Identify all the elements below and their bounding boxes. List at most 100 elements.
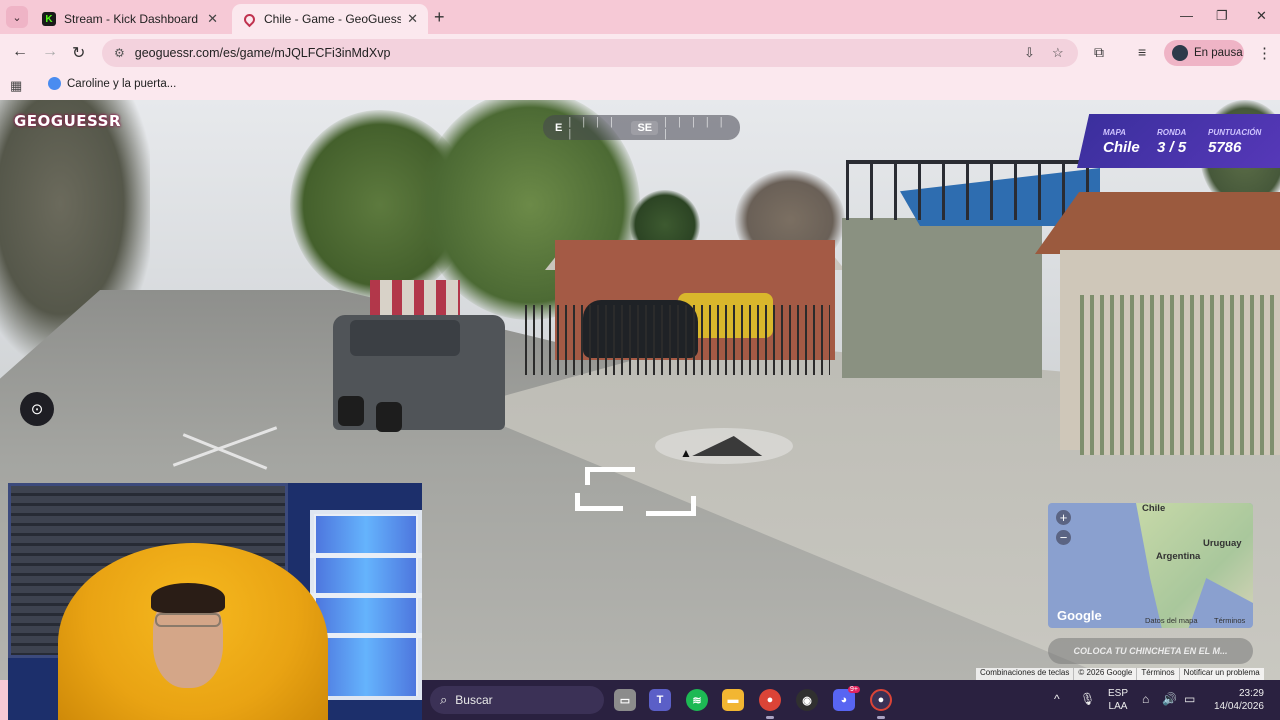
tab-search-button[interactable]: ⌄ <box>6 6 28 28</box>
google-attribution: Combinaciones de teclas © 2026 Google Té… <box>976 668 1264 680</box>
iron-fence <box>525 305 830 375</box>
focus-bracket <box>575 493 623 511</box>
network-icon[interactable]: ⌂ <box>1142 692 1149 706</box>
webcam-overlay <box>8 483 422 720</box>
avatar <box>1172 45 1188 61</box>
report-problem-link[interactable]: Notificar un problema <box>1178 668 1264 680</box>
spotify-icon[interactable]: ≋ <box>686 689 708 711</box>
clock-time: 23:29 <box>1238 688 1264 699</box>
search-placeholder: Buscar <box>455 693 493 707</box>
install-app-icon[interactable]: ⇩ <box>1024 45 1035 61</box>
truck-cab <box>350 320 460 356</box>
teams-icon[interactable]: T <box>649 689 671 711</box>
geoguessr-logo: GEOGUESSR <box>14 112 122 130</box>
chrome-profile-icon[interactable]: ● <box>870 689 892 711</box>
extensions-icon[interactable]: ⧉ <box>1094 44 1104 61</box>
bookmark-favicon-icon <box>48 77 61 90</box>
wheel <box>338 396 364 426</box>
media-control-icon[interactable]: ≡ <box>1138 44 1146 60</box>
lang-bottom: LAA <box>1108 701 1128 712</box>
google-logo: Google <box>1057 608 1102 623</box>
mouse-cursor-icon: ▲ <box>680 446 692 460</box>
wheel <box>376 402 402 432</box>
map-stat: MAPA Chile <box>1103 128 1140 156</box>
language-indicator[interactable]: ESP LAA <box>1108 687 1128 713</box>
bookmark-item[interactable]: Caroline y la puerta... <box>48 77 176 90</box>
system-clock[interactable]: 23:29 14/04/2026 <box>1204 687 1264 713</box>
round-stat: RONDA 3 / 5 <box>1157 128 1186 156</box>
zoom-in-button[interactable]: + <box>1056 510 1071 525</box>
map-terms-link[interactable]: Términos <box>1214 616 1245 625</box>
geoguessr-pin-icon <box>241 11 257 27</box>
location-pin-icon: ⊙ <box>30 401 44 418</box>
back-arrow-icon[interactable]: ← <box>12 43 28 61</box>
running-indicator <box>766 716 774 719</box>
compass: E | | | | | SE | | | | | | <box>543 115 740 140</box>
green-gate <box>842 218 1042 378</box>
zoom-out-button[interactable]: − <box>1056 530 1071 545</box>
file-explorer-icon[interactable]: ▭ <box>614 689 636 711</box>
address-bar[interactable]: ⚙ geoguessr.com/es/game/mJQLFCFi3inMdXvp… <box>102 39 1078 67</box>
profile-label: En pausa <box>1194 47 1243 59</box>
battery-icon[interactable]: ▭ <box>1184 692 1195 706</box>
tab-title: Stream - Kick Dashboard <box>64 12 199 26</box>
apps-grid-icon[interactable]: ▦ <box>10 78 22 94</box>
green-picket-fence <box>1080 295 1280 455</box>
chevron-up-icon[interactable]: ^ <box>1054 692 1060 706</box>
map-label: MAPA <box>1103 128 1126 137</box>
shelf-board <box>310 553 422 558</box>
reload-icon[interactable]: ↻ <box>72 43 85 63</box>
red-fence <box>370 280 460 320</box>
terms-link[interactable]: Términos <box>1136 668 1178 680</box>
windows-taskbar: ⌕ Buscar ▭ T ≋ ▬ ● ◉ ◕ 9+ ● ^ 🎙 ESP LAA … <box>422 680 1280 720</box>
restore-button[interactable]: ❐ <box>1216 8 1228 24</box>
taskbar-search[interactable]: ⌕ Buscar <box>430 686 604 714</box>
copyright-text: © 2026 Google <box>1073 668 1136 680</box>
map-data-link[interactable]: Datos del mapa <box>1145 616 1198 625</box>
search-icon: ⌕ <box>440 692 448 707</box>
tab-strip: ⌄ K Stream - Kick Dashboard ✕ Chile - Ga… <box>0 0 1280 34</box>
lang-top: ESP <box>1108 688 1129 699</box>
keyboard-shortcuts-link[interactable]: Combinaciones de teclas <box>976 668 1073 680</box>
focus-bracket <box>585 467 635 485</box>
running-indicator <box>877 716 885 719</box>
forward-arrow-icon[interactable]: → <box>42 43 58 61</box>
discord-badge: 9+ <box>848 686 860 693</box>
move-arrow-icon[interactable] <box>692 436 774 456</box>
tab-title: Chile - Game - GeoGuessr <box>264 12 402 26</box>
close-icon[interactable]: ✕ <box>407 11 418 27</box>
streamer-hair <box>151 583 225 613</box>
tab-kick-dashboard[interactable]: K Stream - Kick Dashboard ✕ <box>32 4 228 34</box>
close-icon[interactable]: ✕ <box>207 11 218 27</box>
menu-kebab-icon[interactable]: ⋮ <box>1257 44 1272 62</box>
return-to-start-button[interactable]: ⊙ <box>20 392 54 426</box>
chevron-down-icon: ⌄ <box>12 11 22 24</box>
bookmark-star-icon[interactable]: ☆ <box>1052 45 1064 61</box>
kick-logo-icon: K <box>42 12 56 26</box>
profile-button[interactable]: En pausa <box>1164 40 1244 66</box>
map-label-uruguay: Uruguay <box>1203 538 1242 549</box>
compass-heading: SE <box>631 120 659 135</box>
focus-bracket <box>646 496 696 516</box>
volume-icon[interactable]: 🔊 <box>1162 692 1177 706</box>
round-label: RONDA <box>1157 128 1187 137</box>
obs-icon[interactable]: ◉ <box>796 689 818 711</box>
place-pin-button[interactable]: COLOCA TU CHINCHETA EN EL M... <box>1048 638 1253 664</box>
site-info-icon[interactable]: ⚙ <box>114 46 125 60</box>
minimize-button[interactable]: — <box>1180 8 1193 23</box>
map-value: Chile <box>1103 139 1140 156</box>
led-glow <box>316 516 416 696</box>
compass-east: E <box>555 121 563 134</box>
chrome-icon[interactable]: ● <box>759 689 781 711</box>
south-america-land <box>1136 503 1253 628</box>
bookmarks-bar: ▦ Caroline y la puerta... <box>0 72 1280 100</box>
window-close-button[interactable]: ✕ <box>1256 8 1267 24</box>
microphone-icon[interactable]: 🎙 <box>1080 692 1095 706</box>
map-label-chile: Chile <box>1142 503 1166 514</box>
compass-ticks: | | | | | <box>568 115 617 140</box>
clock-date: 14/04/2026 <box>1213 701 1264 712</box>
tab-geoguessr[interactable]: Chile - Game - GeoGuessr ✕ <box>232 4 428 34</box>
new-tab-button[interactable]: + <box>434 7 445 28</box>
compass-ticks: | | | | | | <box>664 115 727 140</box>
folder-icon[interactable]: ▬ <box>722 689 744 711</box>
